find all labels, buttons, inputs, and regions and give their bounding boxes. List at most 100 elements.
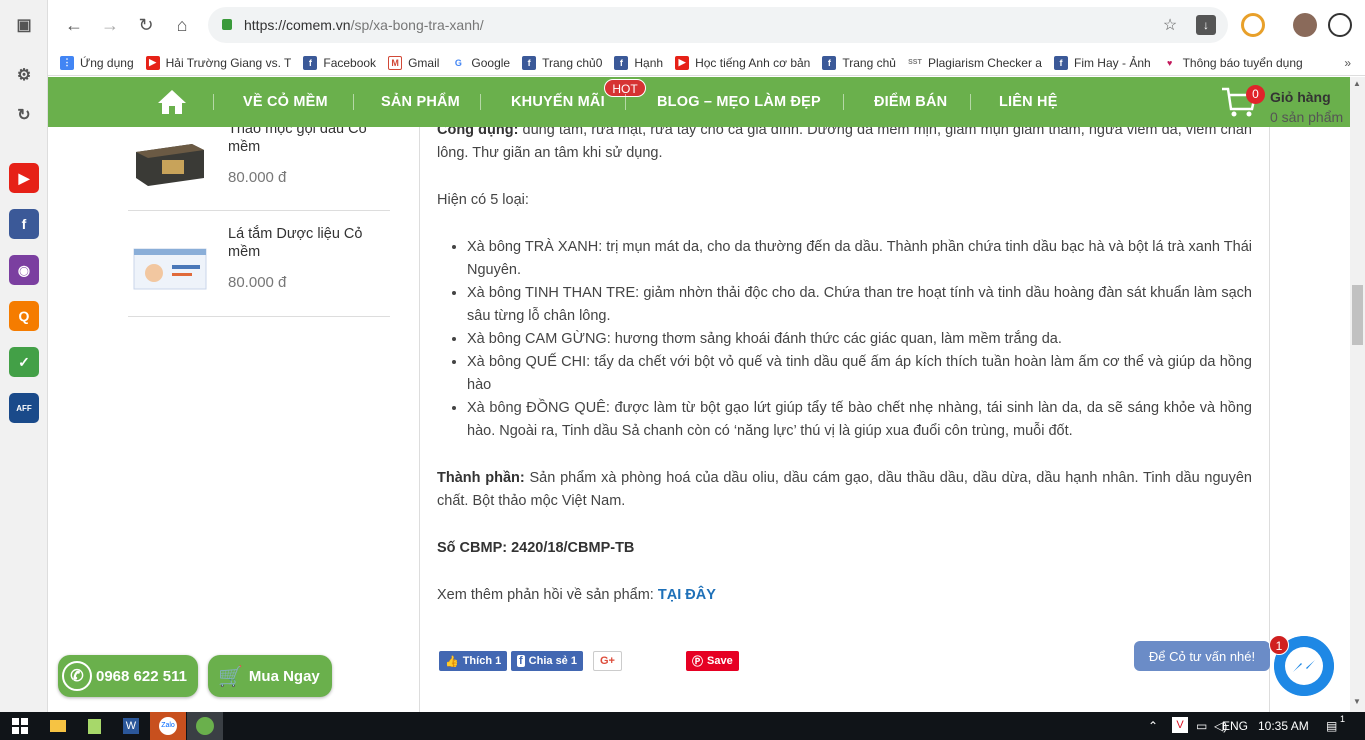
coccoc-app-icon[interactable]: ✓ [9, 347, 39, 377]
scroll-thumb[interactable] [1352, 285, 1363, 345]
nav-divider [625, 94, 626, 110]
product-name[interactable]: Thảo mộc gội đầu Cỏ mềm [228, 127, 388, 156]
nav-divider [480, 94, 481, 110]
tray-chevron-icon[interactable]: ⌃ [1148, 719, 1158, 733]
bookmark-item[interactable]: M Gmail [388, 55, 439, 70]
history-icon[interactable]: ↻ [9, 100, 39, 130]
cart-icon: 🛒 [218, 665, 243, 688]
screen: ▣ ⚙ ↻ ▶ f ◉ Q ✓ AFF ← → ↻ ⌂ https://come… [0, 0, 1365, 740]
bookmark-item[interactable]: ▶ Hải Trường Giang vs. T [145, 55, 291, 70]
address-bar[interactable]: https://comem.vn/sp/xa-bong-tra-xanh/ ☆ … [208, 7, 1228, 43]
chat-tooltip[interactable]: Để Cỏ tư vấn nhé! [1134, 641, 1270, 671]
google-icon: G [451, 55, 466, 70]
zalo-icon[interactable]: Zalo [150, 712, 186, 740]
unikey-icon[interactable]: V [1172, 717, 1188, 733]
network-icon[interactable]: ▭ [1196, 719, 1207, 733]
bookmark-item[interactable]: SST Plagiarism Checker a [907, 55, 1042, 70]
home-icon[interactable]: ⌂ [170, 13, 194, 37]
clock[interactable]: 10:35 AM [1258, 719, 1309, 733]
google-plus-button[interactable]: G+ [593, 651, 622, 671]
types-intro: Hiện có 5 loại: [437, 192, 529, 208]
notifications-icon[interactable]: ▤ [1326, 719, 1337, 733]
settings-gear-icon[interactable]: ⚙ [9, 60, 39, 90]
windows-start-icon[interactable] [2, 712, 38, 740]
license-number: Số CBMP: 2420/18/CBMP-TB [437, 540, 635, 556]
facebook-icon: f [303, 55, 318, 70]
product-image [133, 248, 207, 290]
bookmark-item[interactable]: f Trang chủ0 [522, 55, 602, 70]
product-name[interactable]: Lá tắm Dược liệu Cỏ mềm [228, 225, 388, 261]
extension-icon[interactable] [1241, 13, 1265, 37]
nav-item-about[interactable]: VỀ CỎ MỀM [243, 94, 328, 110]
avatar[interactable] [1293, 13, 1317, 37]
lock-icon [222, 19, 232, 30]
download-icon[interactable]: ↓ [1196, 15, 1216, 35]
column-divider [1269, 127, 1270, 712]
bookmark-item[interactable]: f Facebook [303, 55, 376, 70]
messenger-badge: 1 [1269, 635, 1289, 655]
pinterest-icon: Ⓟ [692, 656, 703, 668]
input-language[interactable]: ENG [1222, 719, 1248, 733]
list-item[interactable]: Lá tắm Dược liệu Cỏ mềm 80.000 đ [128, 211, 390, 317]
notification-count: 1 [1340, 714, 1346, 724]
forward-icon[interactable]: → [98, 13, 122, 37]
bookmark-item[interactable]: f Trang chủ [822, 55, 896, 70]
bookmark-item[interactable]: f Fim Hay - Ảnh [1053, 55, 1151, 70]
phone-icon: ✆ [62, 661, 92, 691]
youtube-icon[interactable]: ▶ [9, 163, 39, 193]
nav-item-products[interactable]: SẢN PHẨM [381, 94, 460, 110]
coccoc-browser-icon[interactable] [187, 712, 223, 740]
facebook-icon: f [614, 55, 629, 70]
bookmark-item[interactable]: f Hạnh [614, 55, 663, 70]
sidebar-toggle-icon[interactable]: ▣ [9, 10, 39, 40]
facebook-like-button[interactable]: 👍 Thích 1 [439, 651, 508, 671]
nav-divider [353, 94, 354, 110]
facebook-icon: f [822, 55, 837, 70]
circle-icon[interactable] [1328, 13, 1352, 37]
file-explorer-icon[interactable] [40, 712, 76, 740]
nav-item-promotions[interactable]: KHUYẾN MÃI [511, 94, 605, 110]
list-item: Xà bông QUẾ CHI: tẩy da chết với bột vỏ … [467, 351, 1252, 397]
youtube-icon: ▶ [675, 55, 690, 70]
product-image [136, 144, 204, 186]
music-app-icon[interactable]: ◉ [9, 255, 39, 285]
back-icon[interactable]: ← [62, 13, 86, 37]
aff-app-icon[interactable]: AFF [9, 393, 39, 423]
facebook-icon: f [517, 655, 525, 667]
home-icon[interactable] [156, 88, 188, 116]
site-nav: VỀ CỎ MỀM SẢN PHẨM KHUYẾN MÃI HOT BLOG –… [48, 77, 1350, 127]
star-icon[interactable]: ☆ [1160, 15, 1180, 35]
windows-taskbar: W Zalo ⌃ V ▭ ◁) ENG 10:35 AM ▤ 1 [0, 712, 1365, 740]
hotline-button[interactable]: ✆ 0968 622 511 [58, 655, 198, 697]
apps-grid-icon: ⋮ [60, 55, 74, 70]
bookmark-item[interactable]: ♥ Thông báo tuyển dụng [1162, 55, 1303, 70]
more-bookmarks-icon[interactable]: » [1344, 56, 1351, 70]
page-scrollbar[interactable]: ▲ ▼ [1350, 77, 1365, 712]
bookmark-item[interactable]: ▶ Học tiếng Anh cơ bản [675, 55, 810, 70]
column-divider [419, 127, 420, 712]
nav-item-stores[interactable]: ĐIỂM BÁN [874, 94, 947, 110]
buy-now-button[interactable]: 🛒 Mua Ngay [208, 655, 332, 697]
word-icon[interactable]: W [113, 712, 149, 740]
nav-item-blog[interactable]: BLOG – MẸO LÀM ĐẸP [657, 94, 821, 110]
pinterest-save-button[interactable]: Ⓟ Save [686, 651, 739, 671]
scroll-up-icon[interactable]: ▲ [1353, 79, 1361, 88]
cart-count: 0 sản phẩm [1270, 109, 1344, 125]
bookmark-item[interactable]: G Google [451, 55, 510, 70]
thumbs-up-icon: 👍 [445, 655, 459, 668]
uses-paragraph: Công dụng: dùng tắm, rửa mặt, rửa tay ch… [437, 127, 1252, 161]
product-price: 80.000 đ [228, 169, 287, 186]
list-item: Xà bông CAM GỪNG: hương thơm sảng khoái … [467, 328, 1252, 351]
feedback-link[interactable]: TẠI ĐÂY [658, 587, 716, 603]
facebook-icon[interactable]: f [9, 209, 39, 239]
facebook-share-button[interactable]: f Chia sẻ 1 [511, 651, 583, 671]
nav-divider [213, 94, 214, 110]
cart-title[interactable]: Giỏ hàng [1270, 89, 1331, 105]
reload-icon[interactable]: ↻ [134, 13, 158, 37]
list-item[interactable]: Thảo mộc gội đầu Cỏ mềm 80.000 đ [128, 127, 390, 211]
nav-item-contact[interactable]: LIÊN HỆ [999, 94, 1058, 110]
scroll-down-icon[interactable]: ▼ [1353, 697, 1361, 706]
notepad-icon[interactable] [76, 712, 112, 740]
search-app-icon[interactable]: Q [9, 301, 39, 331]
bookmark-item[interactable]: ⋮ Ứng dụng [60, 55, 134, 70]
